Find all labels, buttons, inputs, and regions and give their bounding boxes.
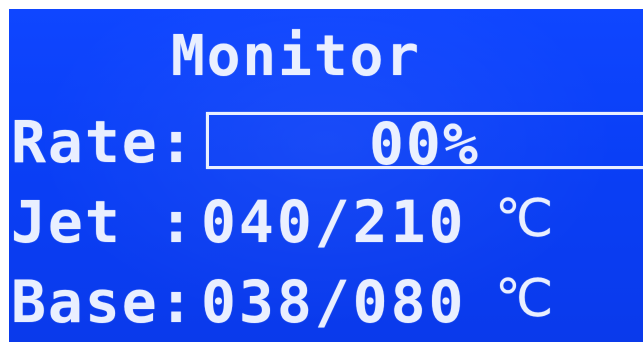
jet-label: Jet :	[11, 188, 196, 256]
jet-celsius-unit: ℃	[495, 189, 554, 249]
base-label: Base:	[11, 268, 196, 336]
rate-label: Rate:	[11, 108, 196, 176]
rate-value-text: 00%	[369, 110, 480, 178]
base-celsius-unit: ℃	[495, 269, 554, 329]
screen-title: Monitor	[171, 24, 422, 89]
lcd-screen: Monitor Rate: 00% Jet : 040/210 ℃ Base: …	[9, 9, 643, 342]
rate-value: 00%	[369, 115, 480, 173]
base-temperature-value: 038/080	[201, 268, 467, 336]
jet-temperature-value: 040/210	[201, 188, 467, 256]
